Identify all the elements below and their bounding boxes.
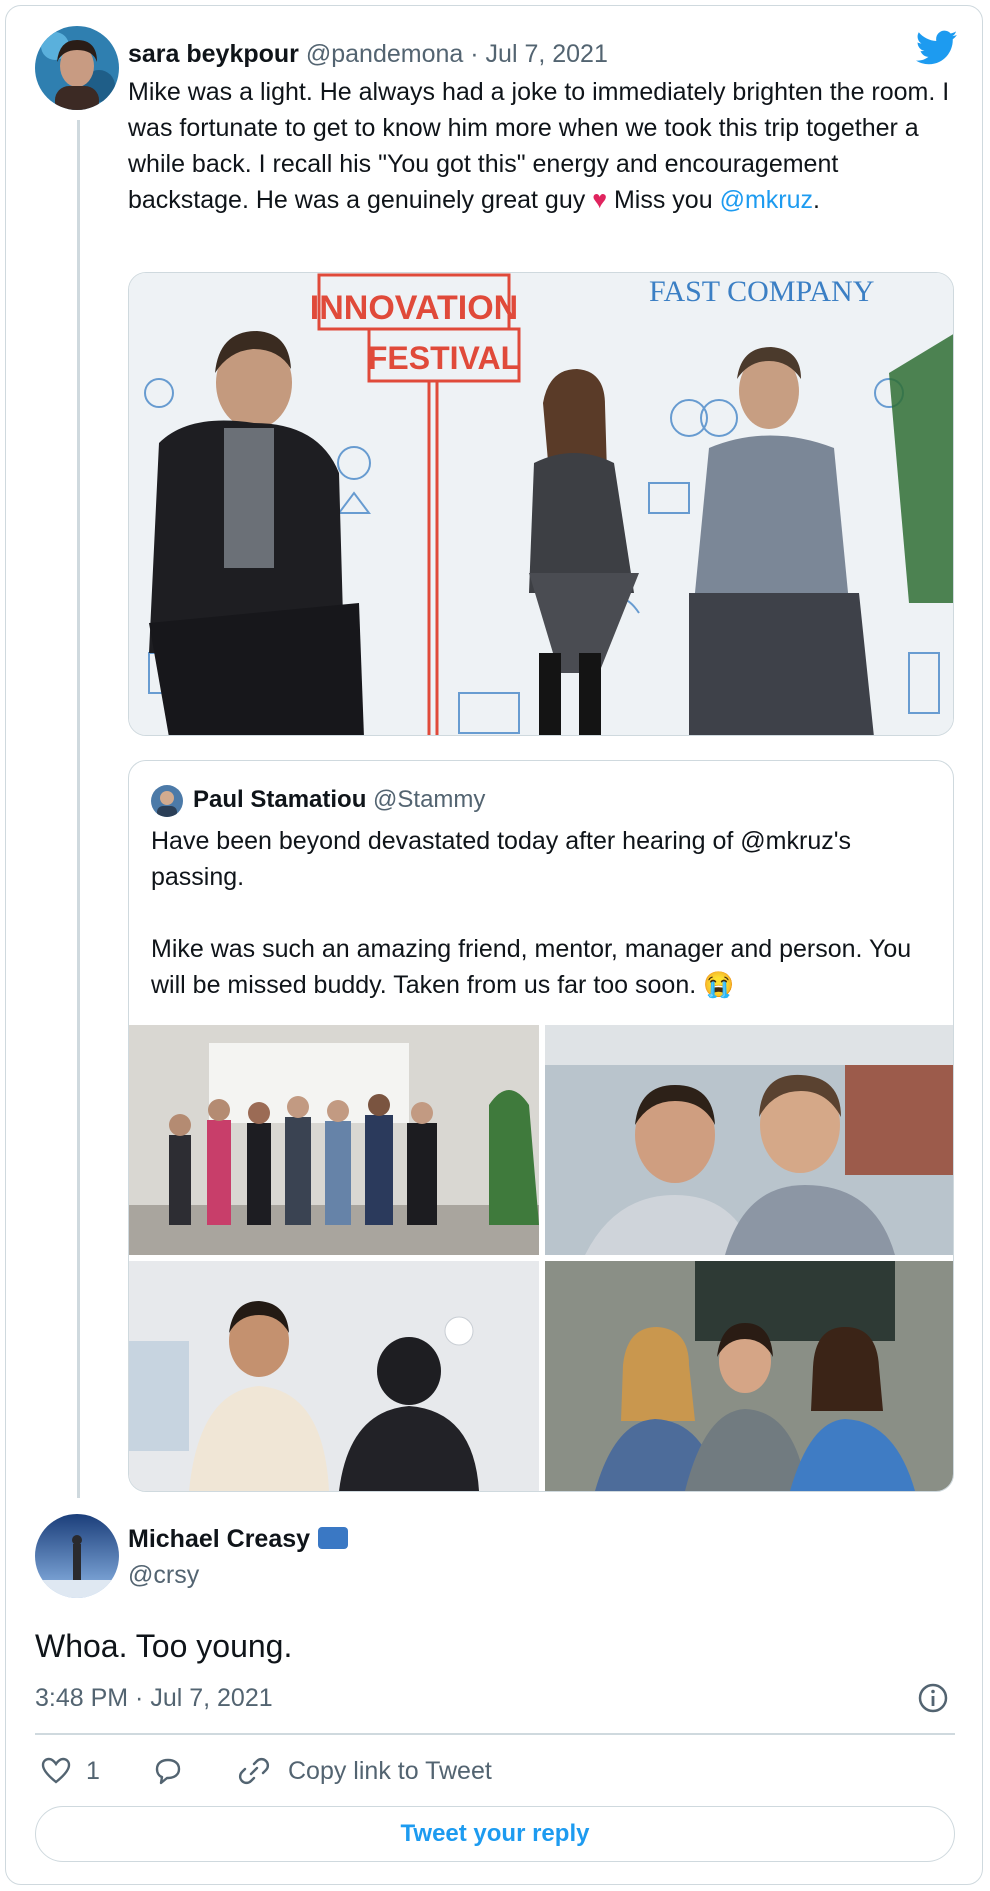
heart-emoji: ♥ (592, 186, 608, 214)
quote-paragraph-text: Mike was such an amazing friend, mentor,… (151, 935, 912, 999)
tweet-your-reply-button[interactable]: Tweet your reply (35, 1806, 955, 1862)
reply-author-handle[interactable]: @crsy (128, 1558, 199, 1592)
tweet-text-end: . (813, 186, 820, 214)
reply-timestamp[interactable]: 3:48 PM · Jul 7, 2021 (35, 1680, 273, 1716)
tweet-text: Mike was a light. He always had a joke t… (128, 74, 958, 218)
reply-author: Michael Creasy (128, 1522, 349, 1556)
twitter-bird-icon[interactable] (916, 30, 958, 66)
reply-bubble-icon (155, 1758, 181, 1785)
copy-link-label: Copy link to Tweet (288, 1756, 492, 1785)
quoted-tweet[interactable]: Paul Stamatiou @Stammy Have been beyond … (128, 760, 954, 1492)
heart-icon (41, 1757, 71, 1784)
quote-author-name[interactable]: Paul Stamatiou (193, 786, 366, 813)
grid-photo[interactable] (545, 1261, 953, 1491)
grid-photo[interactable] (129, 1261, 539, 1491)
tweet-photo[interactable]: INNOVATION FESTIVAL FAST COMPANY (128, 272, 954, 736)
banner-top-text: INNOVATION (310, 289, 518, 327)
quote-header: Paul Stamatiou @Stammy (193, 783, 485, 817)
quote-paragraph: Mike was such an amazing friend, mentor,… (151, 931, 941, 1003)
photo-grid (129, 1025, 953, 1491)
crying-emoji: 😭 (703, 971, 735, 999)
link-icon (238, 1757, 270, 1785)
mention-link[interactable]: @mkruz (720, 186, 813, 214)
brand-text: FAST COMPANY (649, 275, 874, 308)
tweet-date[interactable]: Jul 7, 2021 (486, 40, 608, 68)
like-button[interactable]: 1 (40, 1750, 100, 1792)
banner-bottom-text: FESTIVAL (368, 340, 520, 376)
quote-author-handle[interactable]: @Stammy (373, 786, 485, 813)
author-handle[interactable]: @pandemona (306, 40, 463, 68)
avatar[interactable] (151, 785, 183, 817)
verified-badge-icon (318, 1527, 349, 1550)
info-icon[interactable] (917, 1682, 949, 1714)
reply-author-name[interactable]: Michael Creasy (128, 1525, 310, 1553)
quote-text: Have been beyond devastated today after … (151, 823, 941, 1003)
like-count: 1 (86, 1756, 100, 1785)
reply-button[interactable] (152, 1750, 184, 1792)
copy-link-button[interactable]: Copy link to Tweet (238, 1750, 492, 1792)
tweet-header: sara beykpour @pandemona · Jul 7, 2021 (128, 36, 608, 72)
tweet-text-body: Mike was a light. He always had a joke t… (128, 78, 950, 214)
avatar[interactable] (35, 26, 119, 110)
thread-line (77, 120, 80, 1498)
grid-photo[interactable] (129, 1025, 539, 1255)
avatar[interactable] (35, 1514, 119, 1598)
author-name[interactable]: sara beykpour (128, 40, 299, 68)
tweet-text-tail: Miss you (607, 186, 720, 214)
divider (35, 1733, 955, 1735)
grid-photo[interactable] (545, 1025, 953, 1255)
separator: · (470, 40, 479, 68)
quote-paragraph: Have been beyond devastated today after … (151, 827, 852, 891)
reply-text: Whoa. Too young. (35, 1628, 293, 1664)
